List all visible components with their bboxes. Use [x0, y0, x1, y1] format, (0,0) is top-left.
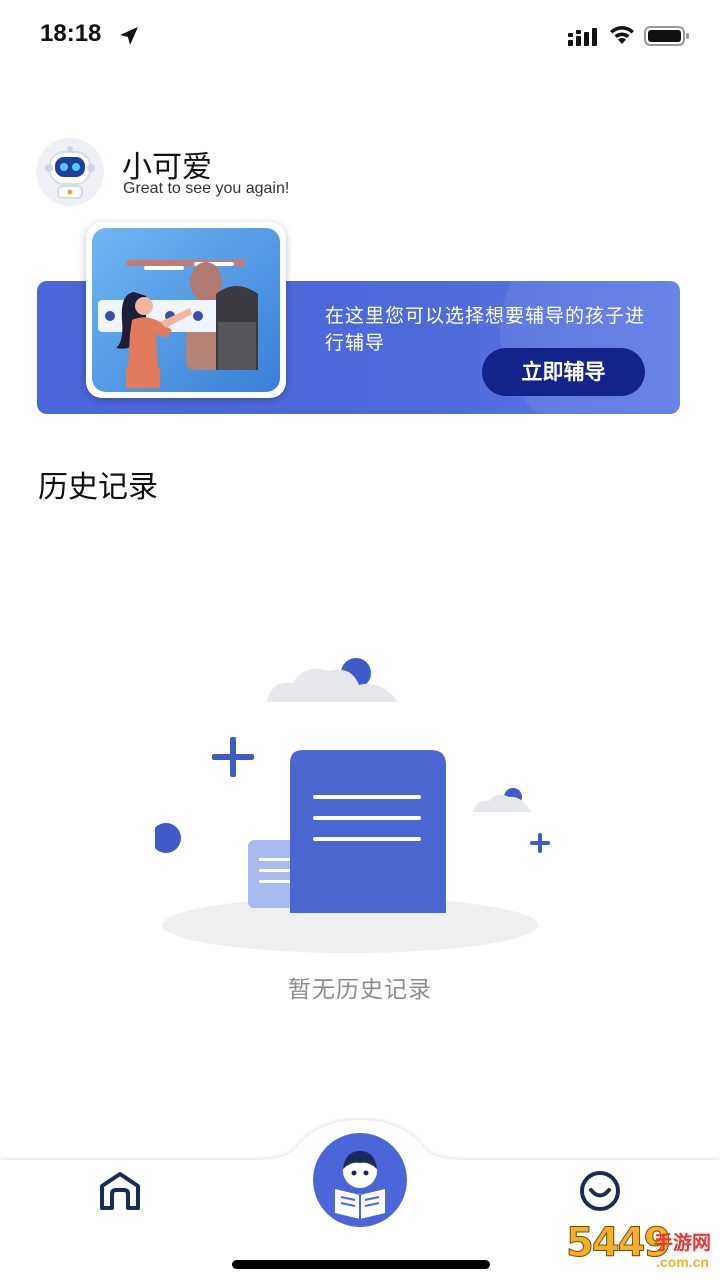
- status-bar: 18:18: [0, 0, 720, 70]
- empty-history-text: 暂无历史记录: [288, 977, 432, 1003]
- home-icon: [100, 1172, 140, 1210]
- battery-icon: [644, 26, 689, 46]
- tab-profile[interactable]: [576, 1170, 624, 1212]
- tab-home[interactable]: [96, 1170, 144, 1212]
- robot-avatar[interactable]: [36, 138, 104, 206]
- girl-pointing-at-board-illustration: [86, 222, 286, 398]
- reading-kid-icon: [335, 1151, 385, 1219]
- home-indicator: [232, 1260, 490, 1269]
- history-title: 历史记录: [38, 470, 158, 505]
- wifi-icon: [610, 26, 634, 44]
- site-watermark: 5449 手游网 .com.cn: [565, 1220, 720, 1280]
- greeting-text: Great to see you again!: [123, 180, 290, 197]
- status-time: 18:18: [40, 20, 102, 47]
- robot-icon: [45, 146, 95, 199]
- start-tutoring-button[interactable]: 立即辅导: [482, 348, 645, 396]
- location-arrow-icon: [120, 27, 138, 45]
- watermark-site-name: 手游网: [654, 1232, 712, 1254]
- cellular-signal-icon: [568, 28, 597, 46]
- smiley-icon: [580, 1171, 620, 1211]
- tab-tutor[interactable]: [313, 1133, 407, 1227]
- empty-document-illustration: [151, 655, 555, 960]
- watermark-domain: .com.cn: [656, 1254, 709, 1270]
